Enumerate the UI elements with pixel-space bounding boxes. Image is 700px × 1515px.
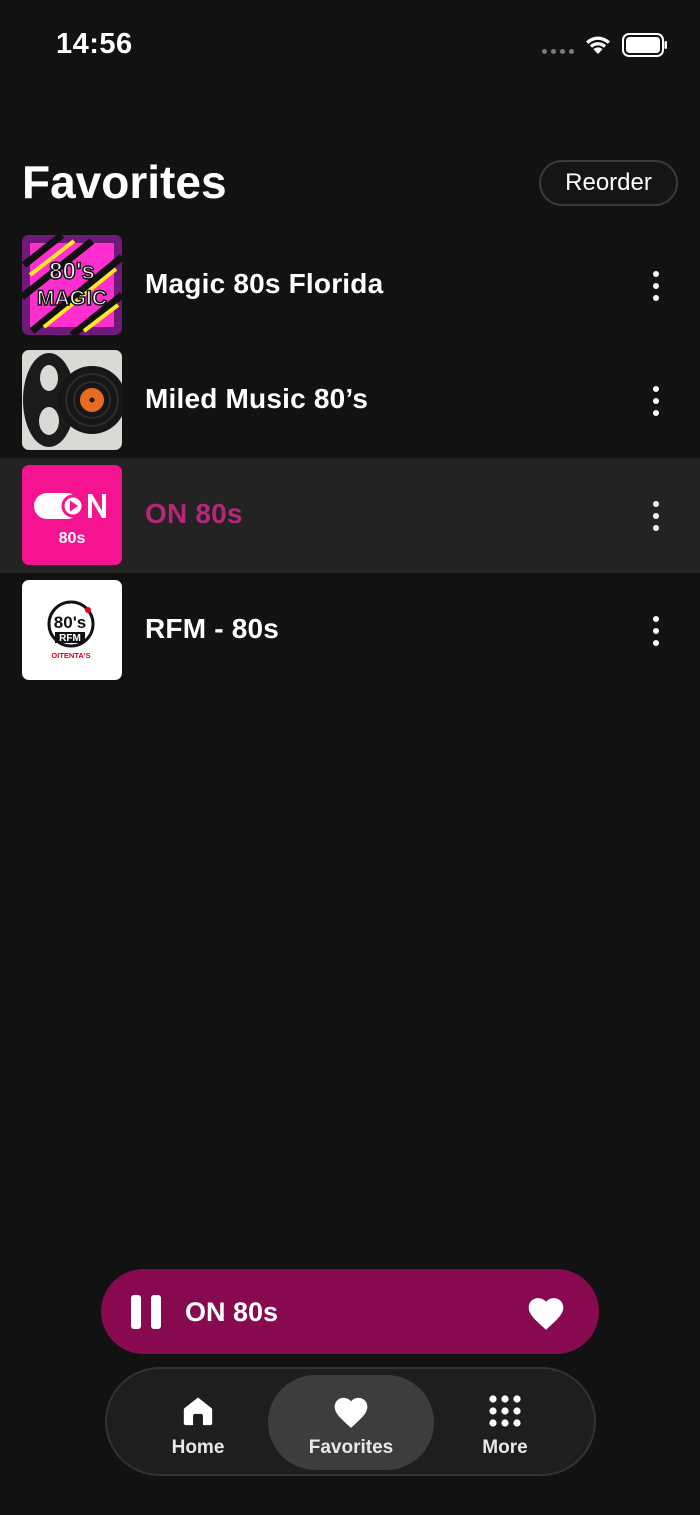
status-time: 14:56 [56,28,133,60]
reorder-button[interactable]: Reorder [539,160,678,206]
rfm-80s-logo: 80's RFM OITENTA'S [22,580,122,680]
svg-text:80s: 80s [59,530,86,547]
home-icon [183,1397,213,1426]
svg-text:OITENTA'S: OITENTA'S [51,651,90,660]
tab-more[interactable]: More [422,1375,588,1470]
favorites-list: 80's MAGIC Magic 80s Florida Miled Music… [0,228,700,688]
svg-text:80's: 80's [49,258,95,285]
page-title: Favorites [22,156,227,208]
tab-favorites[interactable]: Favorites [268,1375,434,1470]
station-name: RFM - 80s [145,613,280,644]
tab-label: Favorites [308,1437,394,1458]
heart-icon [334,1397,368,1428]
tab-bar: Home Favorites More [105,1367,596,1476]
cellular-signal-icon [542,49,574,54]
tab-label: More [482,1437,528,1458]
heart-icon[interactable] [525,1293,567,1331]
mini-player[interactable]: ON 80s [101,1269,599,1354]
station-name: ON 80s [145,498,243,529]
more-options-icon[interactable] [640,498,672,534]
on-80s-logo: 80s [22,465,122,565]
now-playing-title: ON 80s [185,1297,279,1327]
magic-80s-logo: 80's MAGIC [22,235,122,335]
svg-text:80's: 80's [54,613,86,632]
tab-label: Home [171,1437,225,1458]
station-name: Miled Music 80’s [145,383,369,414]
vinyl-80-logo [22,350,122,450]
more-options-icon[interactable] [640,268,672,304]
svg-text:MAGIC: MAGIC [37,287,107,310]
pause-icon[interactable] [131,1295,161,1329]
more-options-icon[interactable] [640,383,672,419]
status-bar: 14:56 [0,0,700,90]
list-item[interactable]: Miled Music 80’s [0,343,700,458]
list-item[interactable]: 80's RFM OITENTA'S RFM - 80s [0,573,700,688]
station-name: Magic 80s Florida [145,268,384,299]
more-options-icon[interactable] [640,613,672,649]
list-item-active[interactable]: 80s ON 80s [0,458,700,573]
tab-home[interactable]: Home [115,1375,281,1470]
list-item[interactable]: 80's MAGIC Magic 80s Florida [0,228,700,343]
grid-icon [489,1395,521,1427]
svg-text:RFM: RFM [59,633,81,644]
wifi-icon [586,36,610,54]
battery-icon [622,33,667,57]
